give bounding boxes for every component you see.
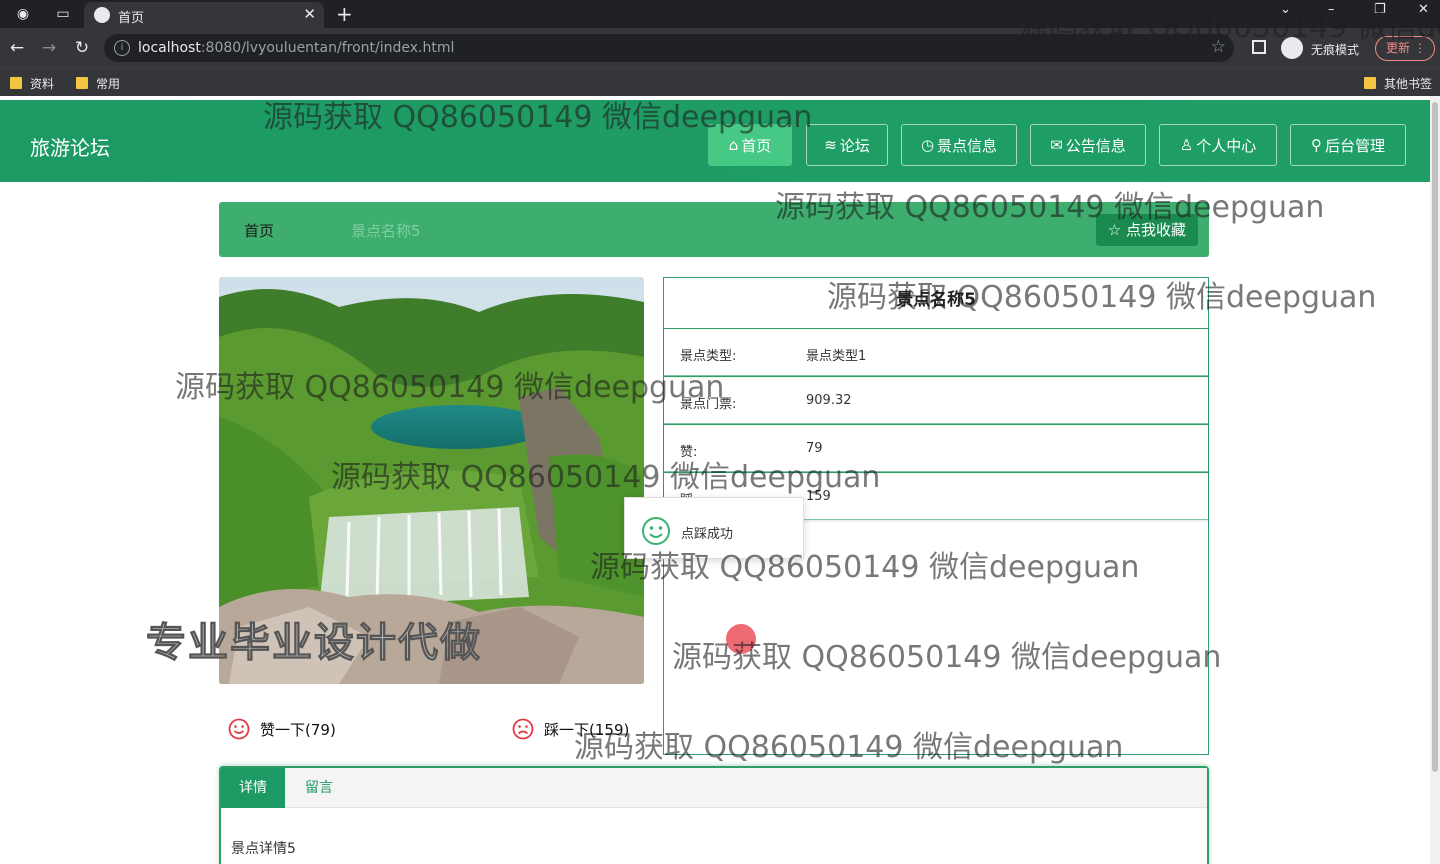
bookmark-folder-ziliao[interactable]: 资料 bbox=[10, 75, 54, 92]
info-label: 赞: bbox=[680, 445, 698, 460]
page-content: 旅游论坛 ⌂ 首页 ≋ 论坛 ◷ 景点信息 ✉ 公告信息 ♙ 个人中心 ⚲ 后台管理 首页 … bbox=[0, 96, 1440, 864]
info-row-likes: 赞: 79 bbox=[664, 424, 1208, 472]
like-button[interactable]: 赞一下(79) bbox=[228, 718, 336, 740]
reload-icon[interactable]: ↻ bbox=[72, 38, 92, 58]
chrome-menu-icon[interactable]: ◉ bbox=[12, 4, 34, 24]
tab-list-icon[interactable]: ⌄ bbox=[1280, 2, 1291, 17]
breadcrumb-home[interactable]: 首页 bbox=[244, 220, 274, 241]
update-button[interactable]: 更新 ⋮ bbox=[1375, 36, 1435, 61]
url-text[interactable]: localhost:8080/lvyouluentan/front/index.… bbox=[138, 40, 454, 56]
dislike-button[interactable]: 踩一下(159) bbox=[512, 718, 629, 740]
window-close-icon[interactable]: ✕ bbox=[1418, 2, 1429, 17]
breadcrumb: 首页 景点名称5 ☆ 点我收藏 bbox=[219, 202, 1209, 257]
close-icon[interactable]: ✕ bbox=[303, 5, 316, 23]
home-icon: ⌂ bbox=[728, 136, 739, 154]
star-icon: ☆ bbox=[1107, 221, 1122, 239]
site-header: 旅游论坛 ⌂ 首页 ≋ 论坛 ◷ 景点信息 ✉ 公告信息 ♙ 个人中心 ⚲ 后台管理 bbox=[0, 100, 1440, 182]
folder-icon bbox=[76, 77, 88, 89]
layers-icon: ≋ bbox=[824, 136, 837, 154]
tabs-header: 详情 留言 bbox=[221, 768, 1207, 808]
nav-home[interactable]: ⌂ 首页 bbox=[708, 124, 792, 166]
click-indicator bbox=[726, 624, 756, 654]
site-title[interactable]: 旅游论坛 bbox=[30, 132, 110, 161]
bookmark-star-icon[interactable]: ☆ bbox=[1211, 37, 1226, 57]
user-icon: ♙ bbox=[1179, 136, 1194, 154]
tab-details[interactable]: 详情 bbox=[221, 768, 285, 808]
incognito-label: 无痕模式 bbox=[1311, 43, 1360, 57]
info-value: 909.32 bbox=[806, 393, 852, 408]
info-value: 79 bbox=[806, 441, 823, 456]
folder-icon bbox=[10, 77, 22, 89]
smile-icon bbox=[642, 517, 670, 545]
browser-tab-title: 首页 bbox=[118, 11, 145, 26]
incognito-icon bbox=[1281, 37, 1303, 59]
power-icon: ◷ bbox=[920, 136, 935, 154]
address-bar[interactable]: i localhost:8080/lvyouluentan/front/inde… bbox=[104, 34, 1234, 62]
nav-personal-center[interactable]: ♙ 个人中心 bbox=[1159, 124, 1277, 166]
nav-forum[interactable]: ≋ 论坛 bbox=[806, 124, 888, 166]
info-value: 景点类型1 bbox=[806, 349, 867, 364]
frown-icon bbox=[512, 718, 534, 740]
folder-icon bbox=[1364, 77, 1376, 89]
like-label: 赞一下(79) bbox=[260, 720, 336, 739]
breadcrumb-current: 景点名称5 bbox=[351, 222, 421, 240]
info-label: 景点门票: bbox=[680, 397, 737, 412]
browser-tab[interactable]: 首页 ✕ bbox=[84, 2, 324, 28]
forward-icon[interactable]: → bbox=[39, 38, 59, 58]
browser-toolbar: ← → ↻ i localhost:8080/lvyouluentan/fron… bbox=[0, 28, 1440, 68]
ad-overlay-text: 专业毕业设计代做 bbox=[146, 620, 482, 667]
toast-message: 点踩成功 bbox=[681, 527, 734, 542]
info-row-type: 景点类型: 景点类型1 bbox=[664, 328, 1208, 376]
tab-search-icon[interactable]: ▭ bbox=[52, 4, 74, 24]
other-bookmarks[interactable]: 其他书签 bbox=[1364, 75, 1432, 92]
favorite-button[interactable]: ☆ 点我收藏 bbox=[1095, 214, 1198, 246]
side-panel-icon[interactable] bbox=[1252, 40, 1266, 54]
info-row-ticket: 景点门票: 909.32 bbox=[664, 376, 1208, 424]
page-scrollbar[interactable] bbox=[1430, 96, 1440, 864]
nav-attractions[interactable]: ◷ 景点信息 bbox=[901, 124, 1017, 166]
scrollbar-thumb[interactable] bbox=[1432, 102, 1438, 772]
info-value: 159 bbox=[806, 489, 831, 504]
tab-comments[interactable]: 留言 bbox=[285, 768, 353, 808]
bookmarks-bar: 资料 常用 其他书签 bbox=[0, 68, 1440, 96]
globe-icon bbox=[94, 7, 110, 23]
dislike-label: 踩一下(159) bbox=[544, 720, 630, 739]
detail-tabs: 详情 留言 景点详情5 bbox=[219, 766, 1209, 864]
nav-admin[interactable]: ⚲ 后台管理 bbox=[1290, 124, 1406, 166]
nav-announcements[interactable]: ✉ 公告信息 bbox=[1030, 124, 1146, 166]
tab-content: 景点详情5 bbox=[231, 841, 296, 857]
info-icon[interactable]: i bbox=[114, 40, 130, 56]
smile-icon bbox=[228, 718, 250, 740]
success-toast: 点踩成功 bbox=[624, 497, 804, 559]
browser-tab-strip: ◉ ▭ 首页 ✕ + ⌄ – ❐ ✕ bbox=[0, 0, 1440, 28]
attraction-name: 景点名称5 bbox=[896, 290, 976, 310]
bookmark-folder-changyong[interactable]: 常用 bbox=[76, 75, 120, 92]
new-tab-button[interactable]: + bbox=[336, 2, 353, 26]
back-icon[interactable]: ← bbox=[7, 38, 27, 58]
minimize-icon[interactable]: – bbox=[1328, 2, 1335, 17]
restore-icon[interactable]: ❐ bbox=[1374, 2, 1386, 17]
mail-icon: ✉ bbox=[1050, 136, 1063, 154]
link-icon: ⚲ bbox=[1310, 136, 1322, 154]
info-label: 景点类型: bbox=[680, 349, 737, 364]
